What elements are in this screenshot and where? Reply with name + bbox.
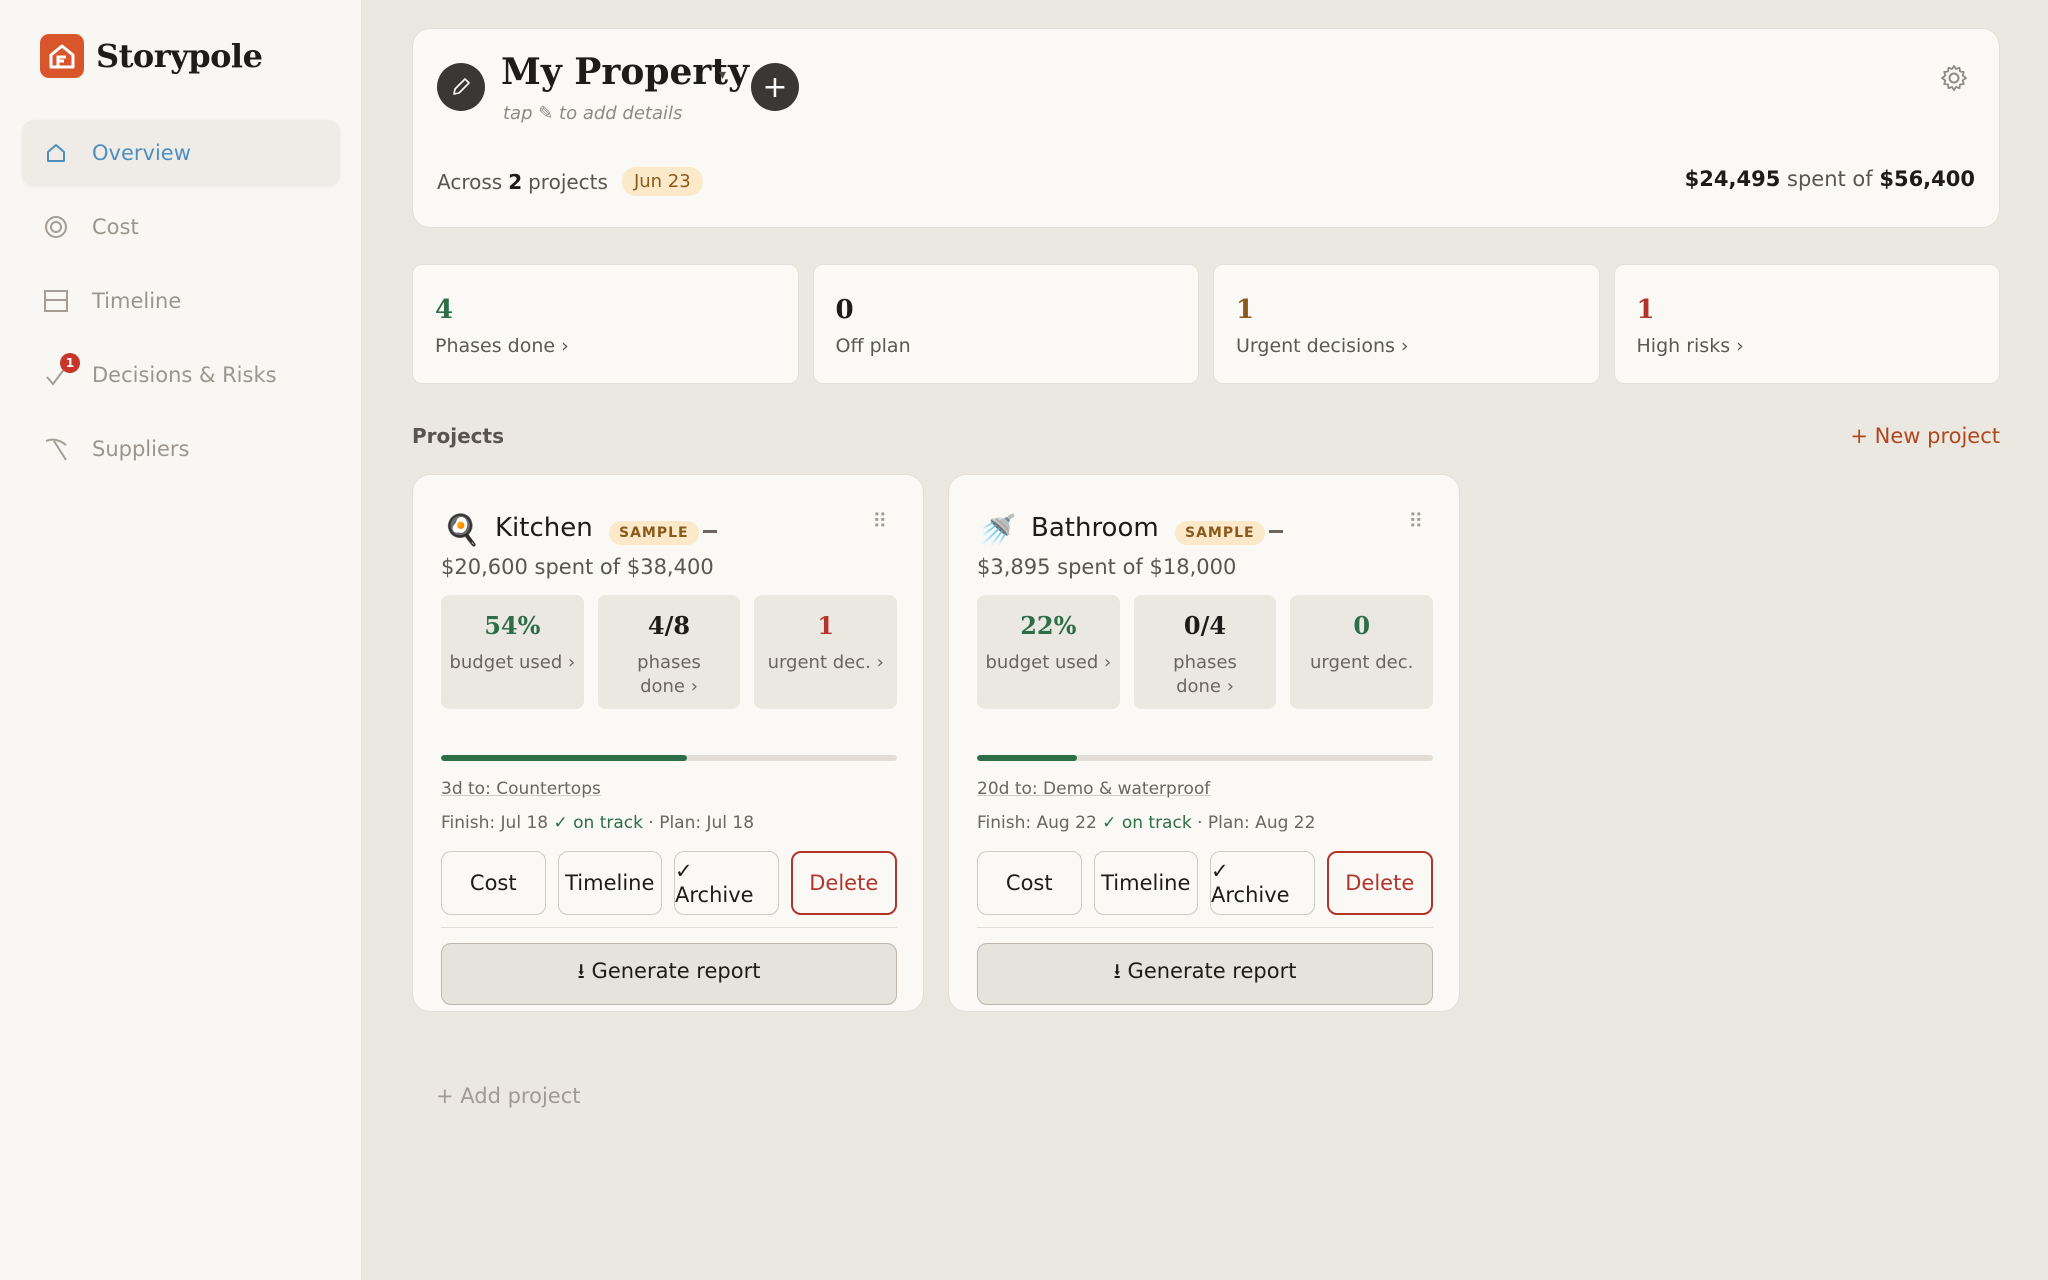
stat-value: 1 xyxy=(1636,295,1655,325)
calendar-icon xyxy=(42,287,70,315)
stat-urgent-decisions[interactable]: 1 Urgent decisions › xyxy=(1213,264,1600,384)
date-badge: Jun 23 xyxy=(621,167,703,196)
project-card-bathroom: 🚿 Bathroom SAMPLE ⠿ $3,895 spent of $18,… xyxy=(948,474,1460,1012)
stat-label: High risks › xyxy=(1636,335,1744,357)
timeline-button[interactable]: Timeline xyxy=(557,851,662,915)
sidebar-item-label: Cost xyxy=(92,215,139,239)
sidebar-item-decisions-risks[interactable]: 1 Decisions & Risks xyxy=(22,342,340,408)
budget-progress-fill xyxy=(977,755,1078,761)
divider xyxy=(441,927,897,928)
metric-budget-used[interactable]: 54% budget used › xyxy=(441,595,584,709)
coin-icon xyxy=(42,213,70,241)
sidebar-item-label: Suppliers xyxy=(92,437,190,461)
shower-icon: 🚿 xyxy=(979,513,1017,548)
home-icon xyxy=(42,139,70,167)
sample-badge: SAMPLE xyxy=(1175,521,1265,545)
sidebar-item-label: Timeline xyxy=(92,289,182,313)
next-milestone-link[interactable]: 3d to: Countertops xyxy=(441,779,601,799)
delete-button[interactable]: Delete xyxy=(790,851,897,915)
plus-icon: + xyxy=(762,69,788,105)
cost-button[interactable]: Cost xyxy=(441,851,546,915)
drag-handle-icon[interactable]: ⠿ xyxy=(1408,509,1423,533)
on-track-status: ✓ on track xyxy=(553,813,643,833)
timeline-button[interactable]: Timeline xyxy=(1093,851,1198,915)
minus-icon xyxy=(1269,530,1283,533)
main-content: My Property ▾ + tap ✎ to add details Acr… xyxy=(412,28,2000,1108)
on-track-status: ✓ on track xyxy=(1102,813,1192,833)
sidebar-item-label: Overview xyxy=(92,141,191,165)
project-card-kitchen: 🍳 Kitchen SAMPLE ⠿ $20,600 spent of $38,… xyxy=(412,474,924,1012)
brand-name: Storypole xyxy=(96,37,263,75)
project-summary: Across 2 projects Jun 23 xyxy=(437,167,703,196)
stat-high-risks[interactable]: 1 High risks › xyxy=(1613,264,2000,384)
frying-pan-icon: 🍳 xyxy=(443,513,481,548)
sidebar-item-cost[interactable]: Cost xyxy=(22,194,340,260)
new-project-link[interactable]: + New project xyxy=(1850,424,2000,448)
budget-progress-fill xyxy=(441,755,688,761)
stat-label: Off plan xyxy=(835,335,911,357)
add-project-link[interactable]: + Add project xyxy=(436,1084,581,1108)
sidebar-nav: Overview Cost Timeline 1 Decisions & Ris… xyxy=(22,120,340,490)
metric-urgent-decisions[interactable]: 1 urgent dec. › xyxy=(754,595,898,709)
brand[interactable]: Storypole xyxy=(40,34,263,78)
project-metrics: 22% budget used › 0/4 phases done › 0 ur… xyxy=(977,595,1434,709)
sidebar-item-suppliers[interactable]: Suppliers xyxy=(22,416,340,482)
budget-progress-bar xyxy=(441,755,897,761)
sidebar-item-timeline[interactable]: Timeline xyxy=(22,268,340,334)
minus-icon xyxy=(703,530,717,533)
metric-urgent-decisions: 0 urgent dec. xyxy=(1290,595,1434,709)
edit-property-button[interactable] xyxy=(437,63,485,111)
finish-line: Finish: Jul 18 ✓ on track · Plan: Jul 18 xyxy=(441,813,755,833)
project-spent: $3,895 spent of $18,000 xyxy=(977,555,1237,579)
property-title[interactable]: My Property xyxy=(501,51,749,93)
stat-value: 4 xyxy=(435,295,454,325)
project-name[interactable]: Bathroom xyxy=(1031,513,1159,543)
generate-report-button[interactable]: ⭳ Generate report xyxy=(977,943,1433,1005)
property-header-card: My Property ▾ + tap ✎ to add details Acr… xyxy=(412,28,2000,228)
checkmark-icon: 1 xyxy=(42,353,80,389)
pickaxe-icon xyxy=(42,435,70,463)
notification-badge: 1 xyxy=(60,353,80,373)
sidebar-item-label: Decisions & Risks xyxy=(92,363,277,387)
delete-button[interactable]: Delete xyxy=(1326,851,1433,915)
chevron-down-icon[interactable]: ▾ xyxy=(719,67,726,83)
storypole-logo-icon xyxy=(40,34,84,78)
stat-off-plan: 0 Off plan xyxy=(812,264,1199,384)
archive-button[interactable]: ✓ Archive xyxy=(674,851,779,915)
add-button[interactable]: + xyxy=(751,63,799,111)
stats-row: 4 Phases done › 0 Off plan 1 Urgent deci… xyxy=(412,264,2000,384)
project-spent: $20,600 spent of $38,400 xyxy=(441,555,714,579)
budget-progress-bar xyxy=(977,755,1433,761)
drag-handle-icon[interactable]: ⠿ xyxy=(872,509,887,533)
project-actions: Cost Timeline ✓ Archive Delete xyxy=(441,851,897,915)
stat-value: 0 xyxy=(835,295,854,325)
stat-label: Urgent decisions › xyxy=(1236,335,1409,357)
pencil-icon xyxy=(453,78,470,95)
sidebar: Storypole Overview Cost Timeline 1 Decis… xyxy=(0,0,362,1280)
divider xyxy=(977,927,1433,928)
property-subtitle: tap ✎ to add details xyxy=(503,103,683,124)
archive-button[interactable]: ✓ Archive xyxy=(1210,851,1315,915)
next-milestone-link[interactable]: 20d to: Demo & waterproof xyxy=(977,779,1210,799)
metric-phases-done[interactable]: 0/4 phases done › xyxy=(1133,595,1277,709)
sample-badge: SAMPLE xyxy=(609,521,699,545)
settings-gear-icon[interactable] xyxy=(1939,63,1969,97)
project-name[interactable]: Kitchen xyxy=(495,513,593,543)
metric-budget-used[interactable]: 22% budget used › xyxy=(977,595,1120,709)
finish-line: Finish: Aug 22 ✓ on track · Plan: Aug 22 xyxy=(977,813,1316,833)
total-spent: $24,495 spent of $56,400 xyxy=(1684,167,1975,191)
projects-heading: Projects xyxy=(412,424,505,448)
project-actions: Cost Timeline ✓ Archive Delete xyxy=(977,851,1433,915)
project-metrics: 54% budget used › 4/8 phases done › 1 ur… xyxy=(441,595,898,709)
stat-label: Phases done › xyxy=(435,335,569,357)
cost-button[interactable]: Cost xyxy=(977,851,1082,915)
sidebar-item-overview[interactable]: Overview xyxy=(22,120,340,186)
metric-phases-done[interactable]: 4/8 phases done › xyxy=(597,595,741,709)
stat-phases-done[interactable]: 4 Phases done › xyxy=(412,264,799,384)
stat-value: 1 xyxy=(1236,295,1255,325)
generate-report-button[interactable]: ⭳ Generate report xyxy=(441,943,897,1005)
